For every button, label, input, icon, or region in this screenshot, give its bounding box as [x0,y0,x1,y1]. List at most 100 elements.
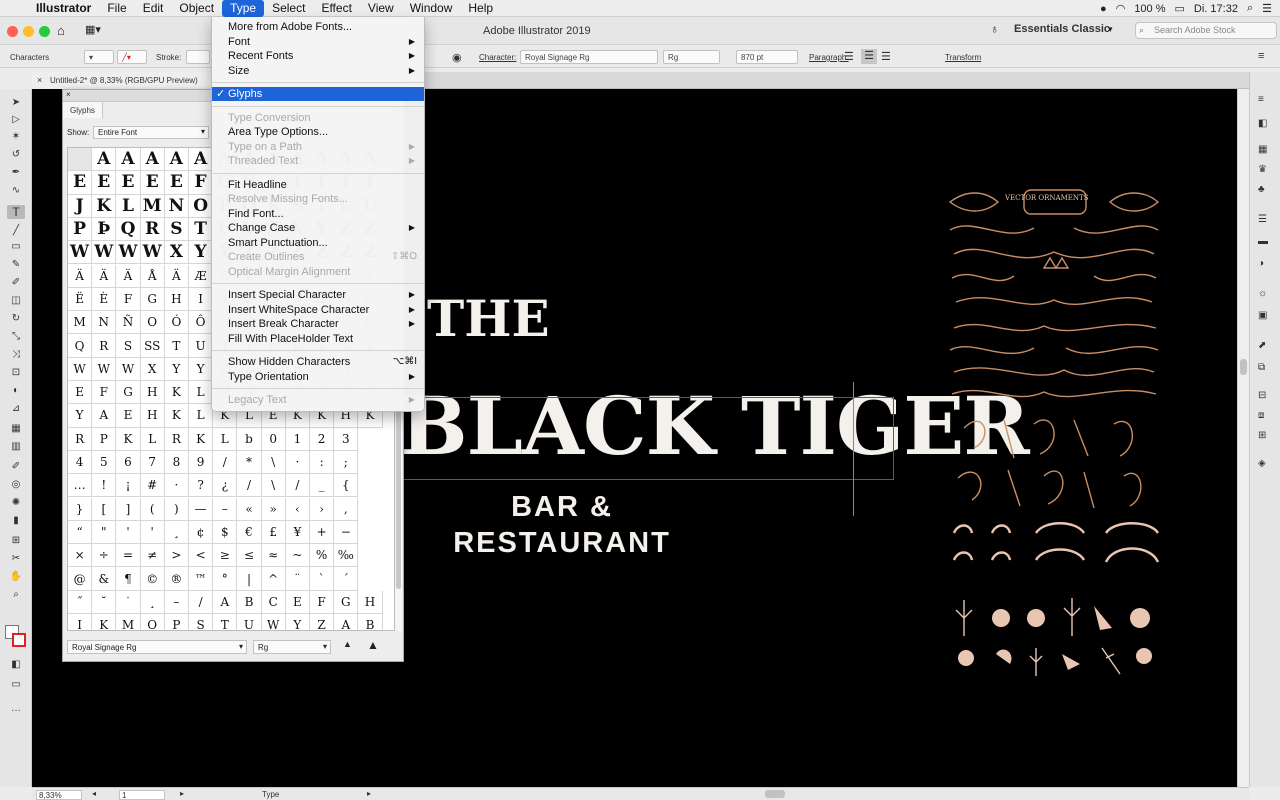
search-icon[interactable]: ⌕ [1247,2,1253,15]
headline-the[interactable]: THE [427,289,550,348]
glyph-cell[interactable]: L [213,427,238,451]
glyph-cell[interactable]: K [92,614,117,630]
selection-icon[interactable]: ➤ [7,97,25,111]
glyph-cell[interactable]: … [68,474,93,498]
zoom-window-button[interactable] [39,26,50,37]
glyph-cell[interactable]: # [140,474,165,498]
stroke-panel-icon[interactable]: ☰ [1258,214,1272,228]
glyph-cell[interactable]: R [92,334,117,358]
glyph-cell[interactable]: G [116,381,141,405]
glyph-cell[interactable]: Z [310,614,335,630]
glyph-cell[interactable]: › [310,497,335,521]
glyph-cell[interactable]: « [237,497,262,521]
recolor-icon[interactable]: ◉ [452,51,462,64]
glyph-cell[interactable]: O [141,614,165,630]
workspace-switcher[interactable]: Essentials Classic [1014,23,1110,35]
menu-item-insert-whitespace-character[interactable]: Insert WhiteSpace Character ▶ [212,303,424,317]
glyph-cell[interactable]: W [116,357,141,381]
glyph-cell[interactable]: 2 [310,427,335,451]
glyph-cell[interactable]: G [334,590,359,614]
glyph-cell[interactable]: A [164,148,189,172]
menu-item-area-type-options[interactable]: Area Type Options... [212,125,424,139]
properties-icon[interactable]: ≡ [1258,94,1272,108]
zoom-in-glyphs-icon[interactable]: ▲ [367,638,379,652]
glyph-cell[interactable]: 4 [68,450,93,475]
glyph-cell[interactable]: ™ [189,567,214,591]
glyph-cell[interactable]: ˙ [116,590,141,614]
glyph-cell[interactable]: — [189,497,214,521]
glyph-cell[interactable]: 3 [334,427,359,451]
stroke-weight-input[interactable] [186,50,210,64]
glyph-cell[interactable]: M [116,614,141,630]
glyph-cell[interactable]: “ [68,520,93,545]
glyph-cell[interactable]: Ä [116,264,141,288]
glyph-cell[interactable]: E [140,171,165,195]
glyph-cell[interactable]: F [116,287,141,312]
glyph-cell[interactable]: ¡ [116,474,141,498]
glyph-cell[interactable]: Ó [164,311,189,335]
battery-icon[interactable]: ▭ [1175,2,1185,15]
glyph-cell[interactable]: H [358,590,383,614]
glyph-cell[interactable]: R [68,427,93,451]
transparency-icon[interactable]: ◑ [1258,258,1272,272]
menu-item-size[interactable]: Size ▶ [212,64,424,78]
stroke-color-picker[interactable]: ╱▾ [117,50,147,64]
glyph-cell[interactable]: T [213,614,238,630]
symbols-icon[interactable]: ♣ [1258,184,1272,198]
close-panel-icon[interactable]: × [66,90,71,99]
glyph-cell[interactable]: Ñ [116,311,141,335]
direct-selection-icon[interactable]: ▷ [7,114,25,128]
glyph-cell[interactable]: – [164,590,189,614]
menu-item-font[interactable]: Font ▶ [212,35,424,49]
glyph-cell[interactable]: ÷ [92,544,117,568]
glyph-cell[interactable]: ? [189,474,214,498]
glyph-cell[interactable]: 5 [92,450,117,475]
glyph-cell[interactable]: W [68,241,93,265]
blend-icon[interactable]: ◎ [7,479,25,493]
fill-color-picker[interactable]: ▾ [84,50,114,64]
glyph-cell[interactable]: ( [140,497,165,521]
eyedropper-icon[interactable]: ✐ [7,461,25,475]
glyph-cell[interactable]: A [92,404,117,428]
glyph-cell[interactable]: % [310,544,335,568]
symbol-sprayer-icon[interactable]: ✺ [7,497,25,511]
eraser-icon[interactable]: ◫ [7,295,25,309]
glyph-cell[interactable]: ¢ [189,520,214,545]
menu-file[interactable]: File [99,0,134,17]
vertical-scroll-thumb[interactable] [1240,359,1247,375]
home-icon[interactable]: ⌂ [57,23,65,38]
glyph-cell[interactable]: ≈ [261,544,286,568]
glyph-cell[interactable]: X [140,357,165,381]
glyph-cell[interactable]: – [213,497,238,521]
glyph-cell[interactable]: ~ [285,544,310,568]
glyph-cell[interactable]: A [213,590,238,614]
menu-item-insert-special-character[interactable]: Insert Special Character ▶ [212,288,424,302]
glyph-cell[interactable]: H [164,287,189,312]
glyph-cell[interactable]: E [164,171,189,195]
glyph-cell[interactable]: 1 [285,427,310,451]
graphic-styles-icon[interactable]: ▣ [1258,310,1272,324]
glyph-cell[interactable]: N [92,311,117,335]
glyph-cell[interactable]: ® [164,567,189,591]
glyph-cell[interactable]: ¨ [285,567,310,591]
glyph-cell[interactable]: Q [68,334,93,358]
glyph-cell[interactable]: P [68,217,93,242]
glyph-cell[interactable]: Q [116,217,141,242]
minimize-window-button[interactable] [23,26,34,37]
horizontal-scroll-thumb[interactable] [765,790,785,798]
glyph-cell[interactable]: ≠ [140,544,165,568]
glyph-cell[interactable]: Y [286,614,310,630]
glyph-cell[interactable]: A [116,148,141,172]
status-menu-icon[interactable]: ▸ [367,789,371,798]
glyph-cell[interactable]: Ô [189,311,214,335]
glyph-cell[interactable]: ≤ [237,544,262,568]
rectangle-icon[interactable]: ▭ [7,241,25,255]
artboard-number-select[interactable]: 1 [119,790,165,800]
glyph-cell[interactable]: A [92,148,117,172]
glyph-cell[interactable]: ] [116,497,141,521]
glyph-cell[interactable]: { [334,474,359,498]
menu-item-find-font[interactable]: Find Font... [212,207,424,221]
perspective-icon[interactable]: ⊿ [7,403,25,417]
glyph-font-select[interactable]: Royal Signage Rg ▾ [67,640,247,654]
notification-center-icon[interactable]: ☰ [1262,2,1272,15]
